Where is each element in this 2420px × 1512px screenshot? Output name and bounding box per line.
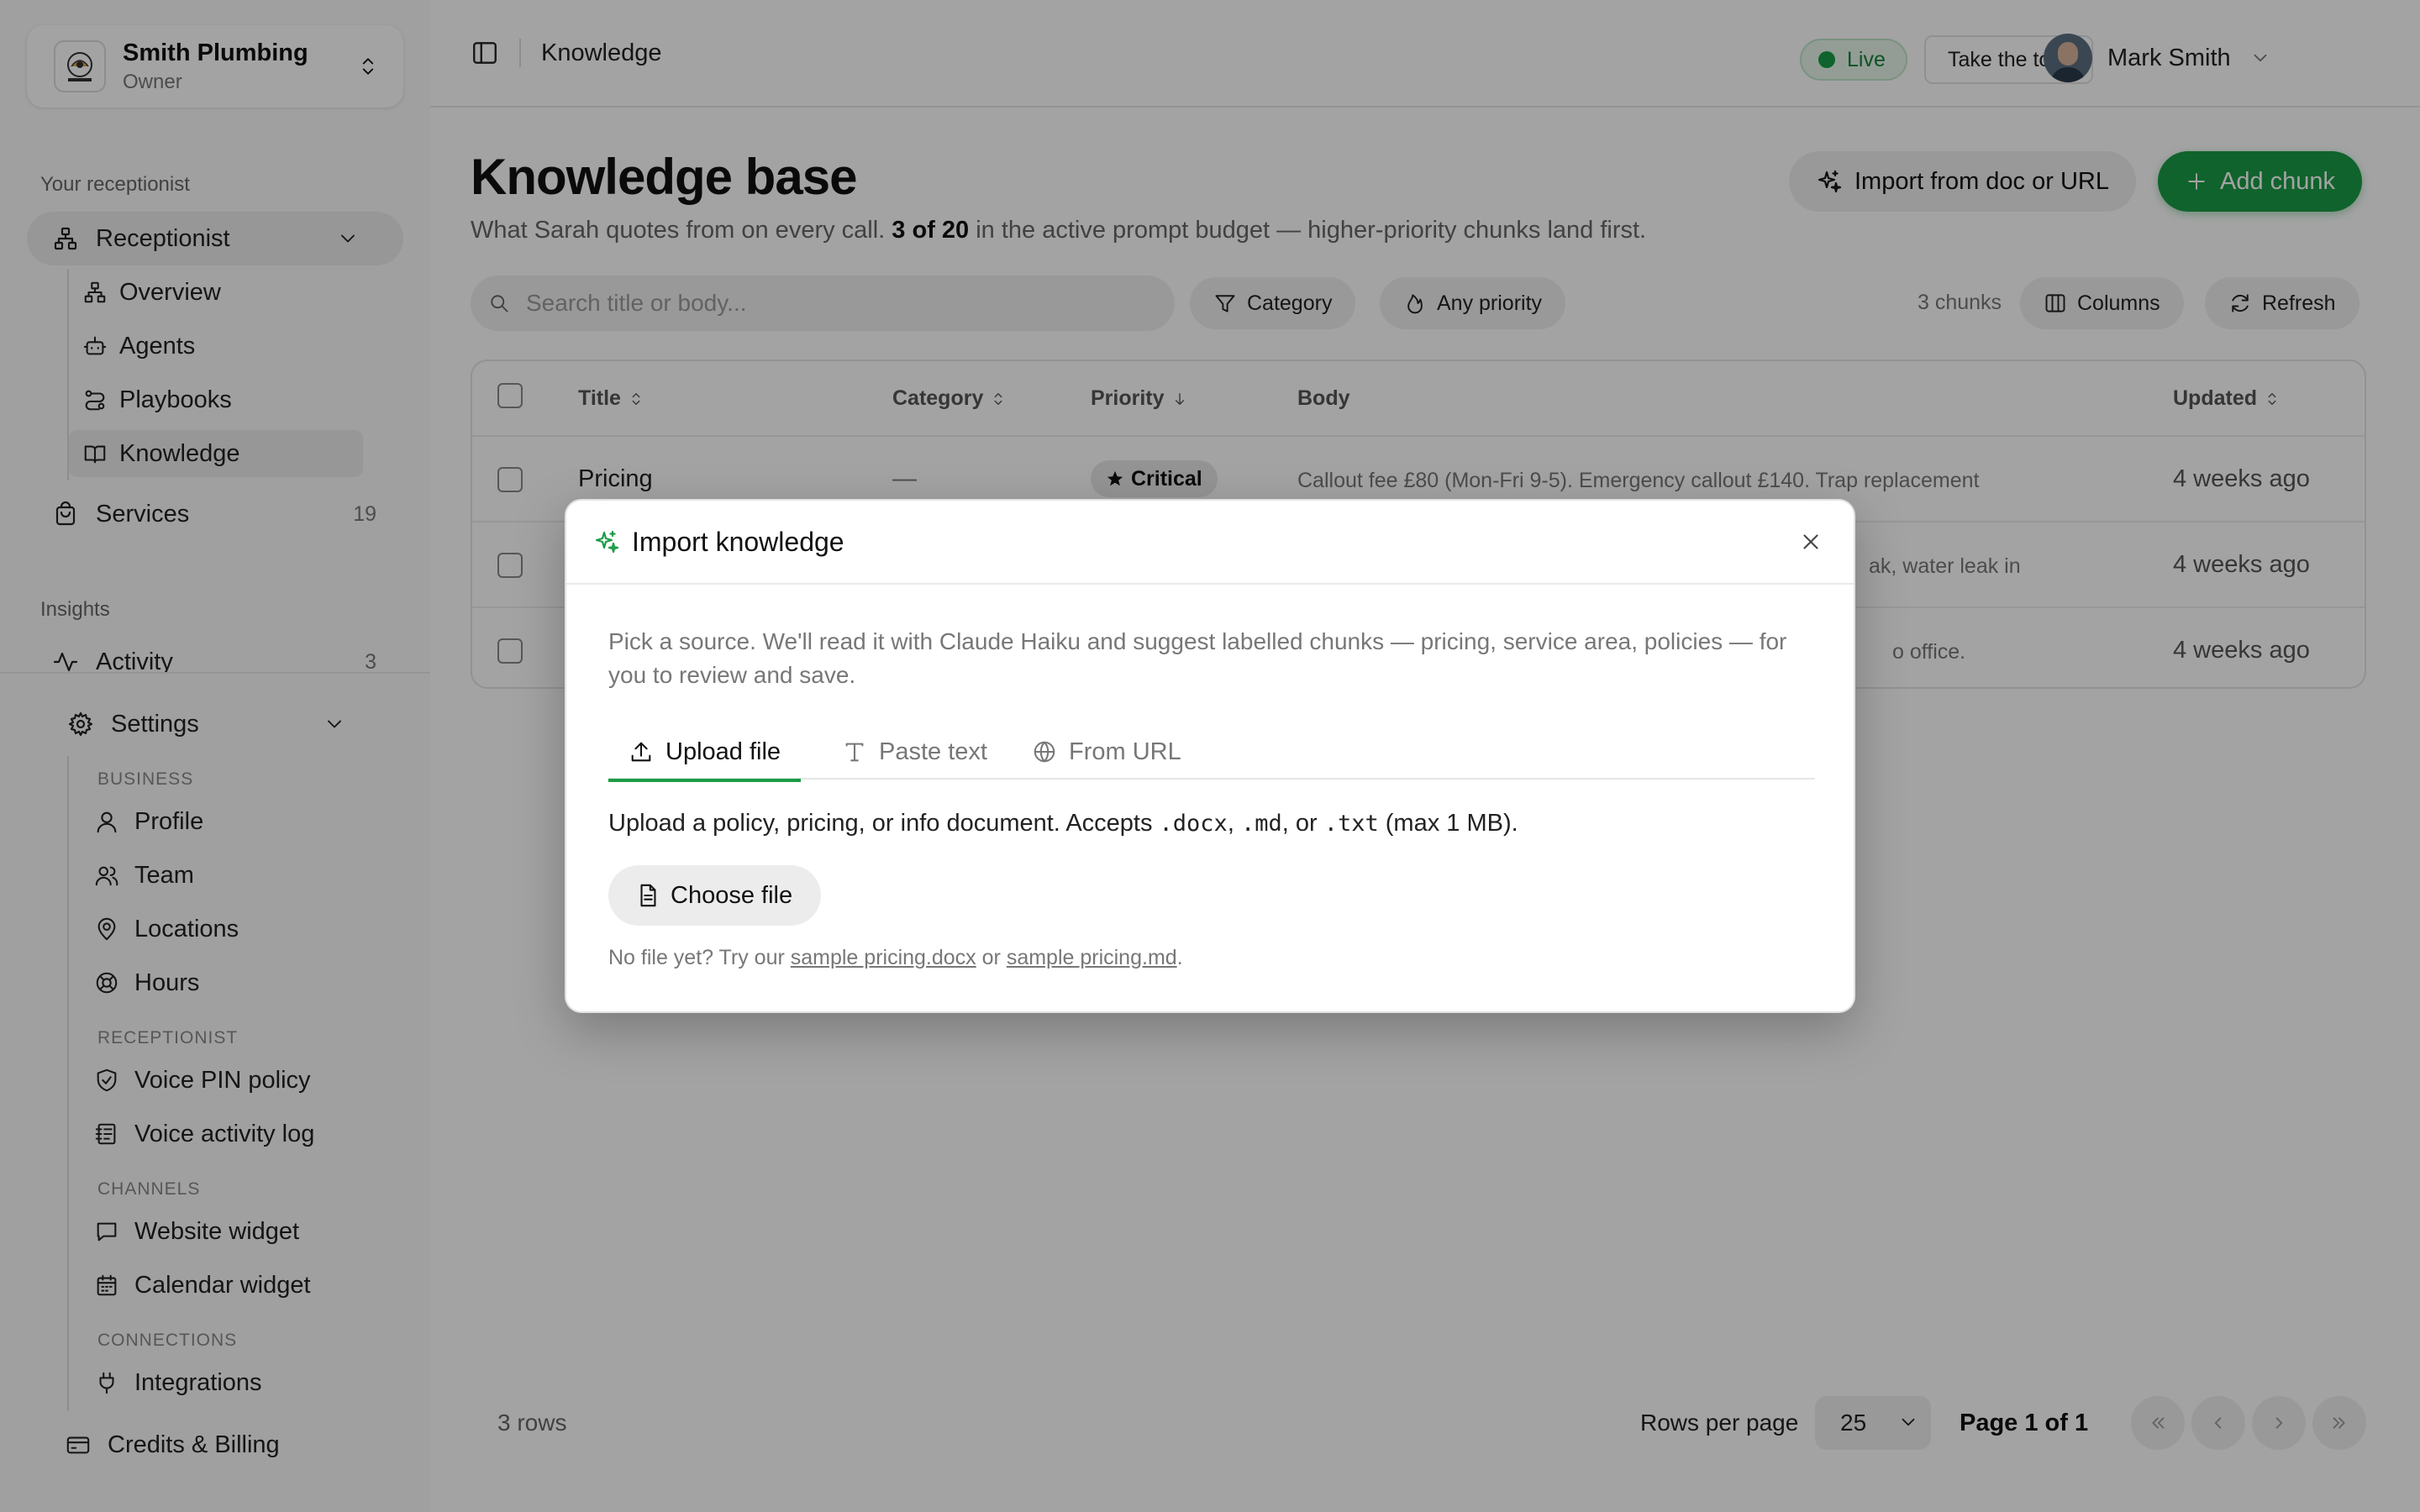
- globe-icon: [1034, 741, 1055, 763]
- tab-from-url[interactable]: From URL: [1032, 724, 1181, 780]
- sample-docx-link[interactable]: sample pricing.docx: [791, 946, 976, 969]
- sample-md-link[interactable]: sample pricing.md: [1007, 946, 1177, 969]
- sparkles-icon: [595, 530, 619, 554]
- dialog-description: Pick a source. We'll read it with Claude…: [608, 628, 1787, 688]
- text-icon: [845, 743, 864, 762]
- source-tabs: Upload file Paste text From URL: [608, 724, 1815, 782]
- sample-hint: No file yet? Try our sample pricing.docx…: [608, 946, 1183, 969]
- dialog-title: Import knowledge: [632, 526, 844, 557]
- dialog-header: Import knowledge: [566, 501, 1854, 585]
- close-icon[interactable]: [1798, 529, 1823, 554]
- import-knowledge-dialog: Import knowledge Pick a source. We'll re…: [565, 499, 1855, 1013]
- upload-icon: [631, 742, 651, 762]
- tab-upload-file[interactable]: Upload file: [608, 724, 802, 782]
- upload-description: Upload a policy, pricing, or info docume…: [608, 810, 1518, 837]
- file-text-icon: [640, 884, 656, 907]
- tab-paste-text[interactable]: Paste text: [842, 724, 987, 780]
- choose-file-button[interactable]: Choose file: [608, 865, 822, 926]
- app-root: Smith Plumbing Owner Your receptionist R…: [0, 0, 2420, 1512]
